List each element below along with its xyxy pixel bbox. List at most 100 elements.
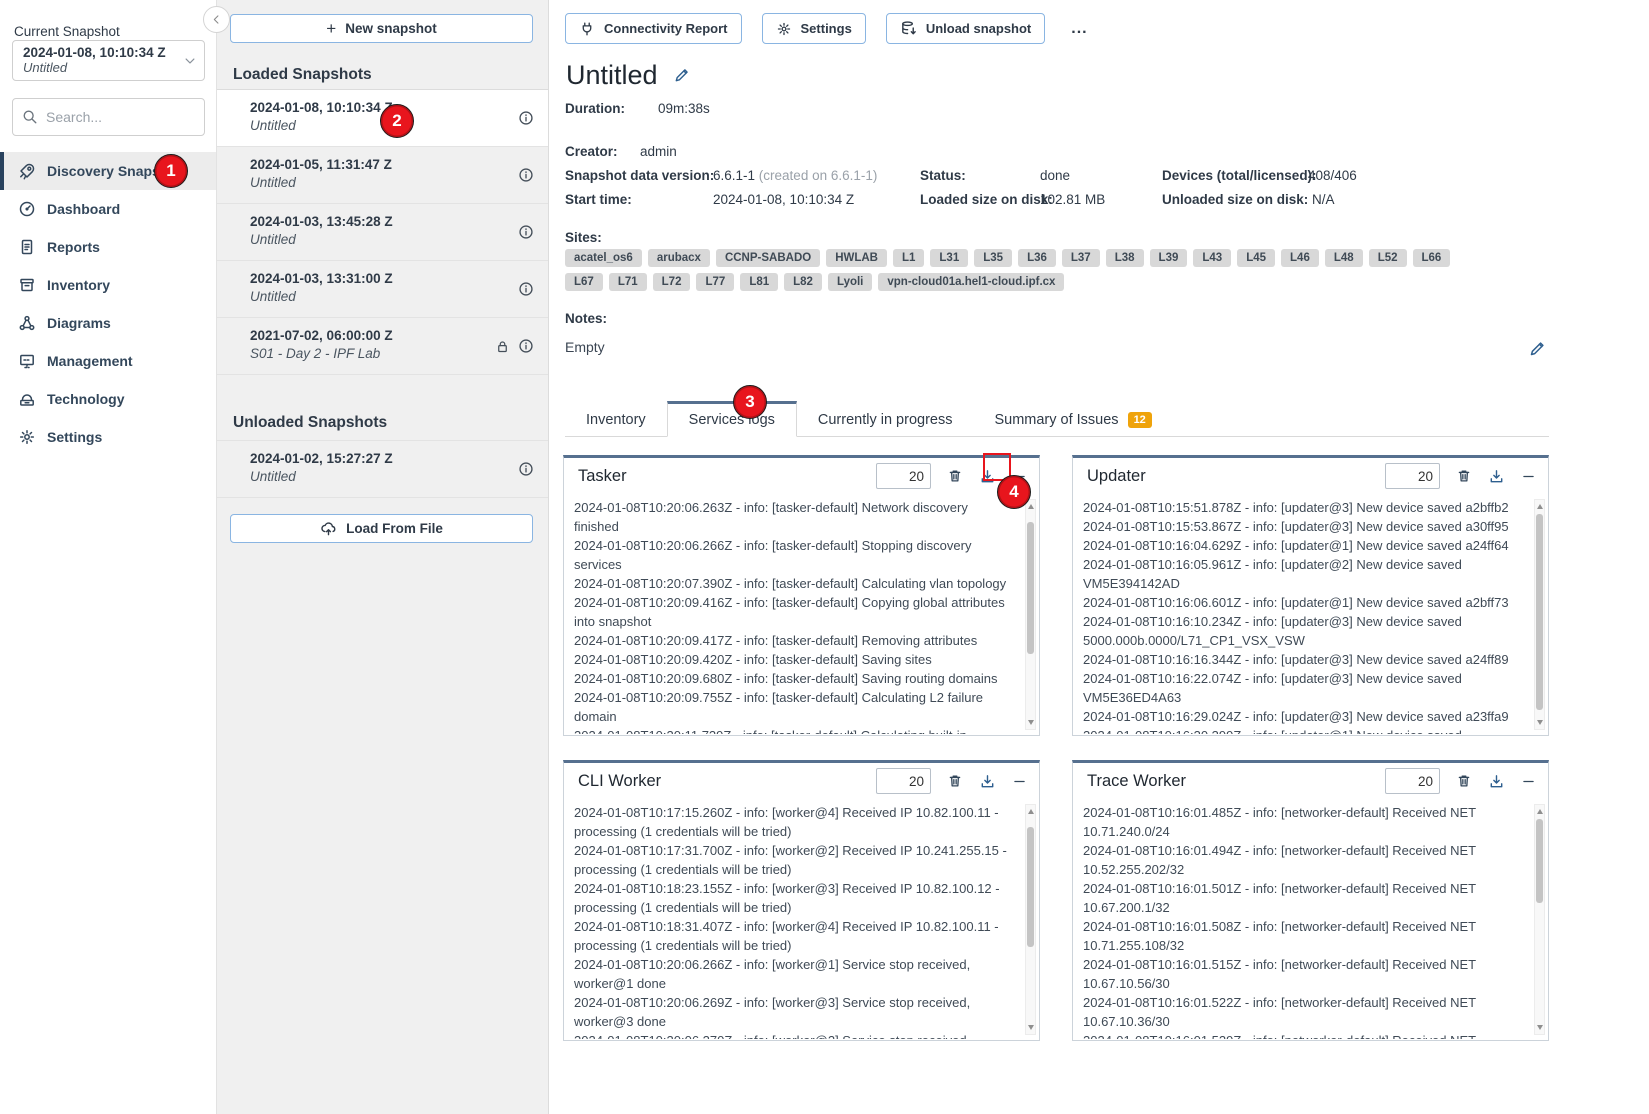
snapshot-item[interactable]: 2024-01-03, 13:45:28 Z Untitled [217, 204, 548, 261]
edit-title-button[interactable] [673, 67, 690, 84]
site-tag: L37 [1062, 249, 1100, 267]
devices-value: 408/406 [1308, 168, 1357, 183]
scroll-down-icon[interactable] [1028, 720, 1034, 725]
scrollbar-thumb[interactable] [1027, 522, 1034, 654]
info-icon[interactable] [518, 110, 534, 126]
scroll-up-icon[interactable] [1028, 504, 1034, 509]
edit-notes-button[interactable] [1528, 340, 1546, 358]
scroll-down-icon[interactable] [1537, 720, 1543, 725]
sidebar-item-inventory[interactable]: Inventory [0, 266, 216, 304]
connectivity-report-button[interactable]: Connectivity Report [565, 13, 742, 44]
log-count-input[interactable] [1385, 463, 1440, 489]
log-count-input[interactable] [876, 463, 931, 489]
loaded-size-label: Loaded size on disk: [920, 192, 1053, 207]
sidebar-item-dashboard[interactable]: Dashboard [0, 190, 216, 228]
log-list: 2024-01-08T10:15:51.878Z - info: [update… [1073, 494, 1548, 734]
download-log-icon[interactable] [979, 773, 996, 790]
trash-icon[interactable] [947, 468, 963, 484]
log-count-input[interactable] [1385, 768, 1440, 794]
collapse-log-icon[interactable] [1521, 469, 1536, 484]
site-tag: L45 [1237, 249, 1275, 267]
scroll-up-icon[interactable] [1537, 504, 1543, 509]
unloaded-size-value: N/A [1312, 192, 1335, 207]
devices-label: Devices (total/licensed): [1162, 168, 1317, 183]
settings-button[interactable]: Settings [762, 13, 866, 44]
notes-label: Notes: [565, 311, 607, 326]
issues-count-badge: 12 [1128, 412, 1152, 428]
sidebar-item-diagrams[interactable]: Diagrams [0, 304, 216, 342]
log-line: 2024-01-08T10:16:01.485Z - info: [networ… [1083, 803, 1522, 841]
current-snapshot-dropdown[interactable]: 2024-01-08, 10:10:34 Z Untitled [12, 40, 205, 81]
site-tag: L38 [1106, 249, 1144, 267]
log-line: 2024-01-08T10:20:06.263Z - info: [tasker… [574, 498, 1013, 536]
scroll-up-icon[interactable] [1028, 809, 1034, 814]
search-input[interactable] [46, 109, 227, 125]
snapshot-date: 2024-01-03, 13:31:00 Z [250, 271, 534, 286]
log-line: 2024-01-08T10:15:53.867Z - info: [update… [1083, 517, 1522, 536]
scroll-up-icon[interactable] [1537, 809, 1543, 814]
trash-icon[interactable] [1456, 773, 1472, 789]
scrollbar [1025, 499, 1036, 730]
log-line: 2024-01-08T10:17:31.700Z - info: [worker… [574, 841, 1013, 879]
log-line: 2024-01-08T10:16:10.234Z - info: [update… [1083, 612, 1522, 650]
scrollbar-thumb[interactable] [1536, 514, 1543, 710]
settings-label: Settings [801, 21, 852, 36]
tab-bar: Inventory Services logs Currently in pro… [565, 401, 1549, 437]
site-tag: L43 [1193, 249, 1231, 267]
info-icon[interactable] [518, 281, 534, 297]
collapse-log-icon[interactable] [1521, 774, 1536, 789]
tab-services-logs[interactable]: Services logs [667, 401, 797, 437]
panel-header: Trace Worker [1073, 763, 1548, 799]
unload-snapshot-button[interactable]: Unload snapshot [886, 13, 1045, 44]
sidebar-item-management[interactable]: Management [0, 342, 216, 380]
info-icon[interactable] [518, 167, 534, 183]
sidebar-item-settings[interactable]: Settings [0, 418, 216, 456]
scrollbar-thumb[interactable] [1536, 819, 1543, 903]
site-tag-list: acatel_os6arubacxCCNP-SABADOHWLABL1L31L3… [565, 249, 1485, 291]
snapshot-item[interactable]: 2021-07-02, 06:00:00 Z S01 - Day 2 - IPF… [217, 318, 548, 375]
trash-icon[interactable] [947, 773, 963, 789]
scroll-down-icon[interactable] [1537, 1025, 1543, 1030]
snapshot-item[interactable]: 2024-01-05, 11:31:47 Z Untitled [217, 147, 548, 204]
info-icon[interactable] [518, 224, 534, 240]
info-icon[interactable] [518, 338, 534, 354]
pencil-icon [673, 67, 690, 84]
creator-label: Creator: [565, 144, 618, 159]
site-tag: vpn-cloud01a.hel1-cloud.ipf.cx [878, 273, 1064, 291]
tab-currently-in-progress[interactable]: Currently in progress [797, 404, 974, 436]
log-line: 2024-01-08T10:16:04.629Z - info: [update… [1083, 536, 1522, 555]
site-tag: L52 [1369, 249, 1407, 267]
info-icon[interactable] [518, 461, 534, 477]
annotation-circle-4: 4 [997, 475, 1031, 509]
new-snapshot-button[interactable]: + New snapshot [230, 14, 533, 43]
collapse-log-icon[interactable] [1012, 774, 1027, 789]
archive-box-icon [18, 276, 36, 294]
more-options-button[interactable]: ... [1065, 20, 1093, 38]
scroll-down-icon[interactable] [1028, 1025, 1034, 1030]
snapshot-date: 2024-01-03, 13:45:28 Z [250, 214, 534, 229]
panel-title: Trace Worker [1087, 772, 1385, 791]
download-log-icon[interactable] [1488, 468, 1505, 485]
tab-inventory[interactable]: Inventory [565, 404, 667, 436]
sidebar-item-reports[interactable]: Reports [0, 228, 216, 266]
trash-icon[interactable] [1456, 468, 1472, 484]
version-value: 6.6.1-1 (created on 6.6.1-1) [713, 168, 877, 183]
log-line: 2024-01-08T10:16:30.399Z - info: [update… [1083, 726, 1522, 734]
sidebar-item-technology[interactable]: Technology [0, 380, 216, 418]
search-box [12, 98, 205, 136]
snapshot-item[interactable]: 2024-01-03, 13:31:00 Z Untitled [217, 261, 548, 318]
download-log-icon[interactable] [1488, 773, 1505, 790]
tab-summary-of-issues[interactable]: Summary of Issues 12 [973, 404, 1172, 436]
sidebar-item-label: Management [47, 353, 133, 369]
snapshot-item[interactable]: 2024-01-02, 15:27:27 Z Untitled [217, 441, 548, 498]
panel-title: Updater [1087, 467, 1385, 486]
unloaded-snapshots-heading: Unloaded Snapshots [233, 414, 387, 432]
rocket-icon [18, 162, 36, 180]
load-from-file-button[interactable]: Load From File [230, 514, 533, 543]
snapshot-date: 2024-01-02, 15:27:27 Z [250, 451, 534, 466]
title-row: Untitled [566, 60, 690, 91]
site-tag: L36 [1018, 249, 1056, 267]
collapse-panel-button[interactable] [203, 6, 230, 33]
log-count-input[interactable] [876, 768, 931, 794]
scrollbar-thumb[interactable] [1027, 827, 1034, 947]
